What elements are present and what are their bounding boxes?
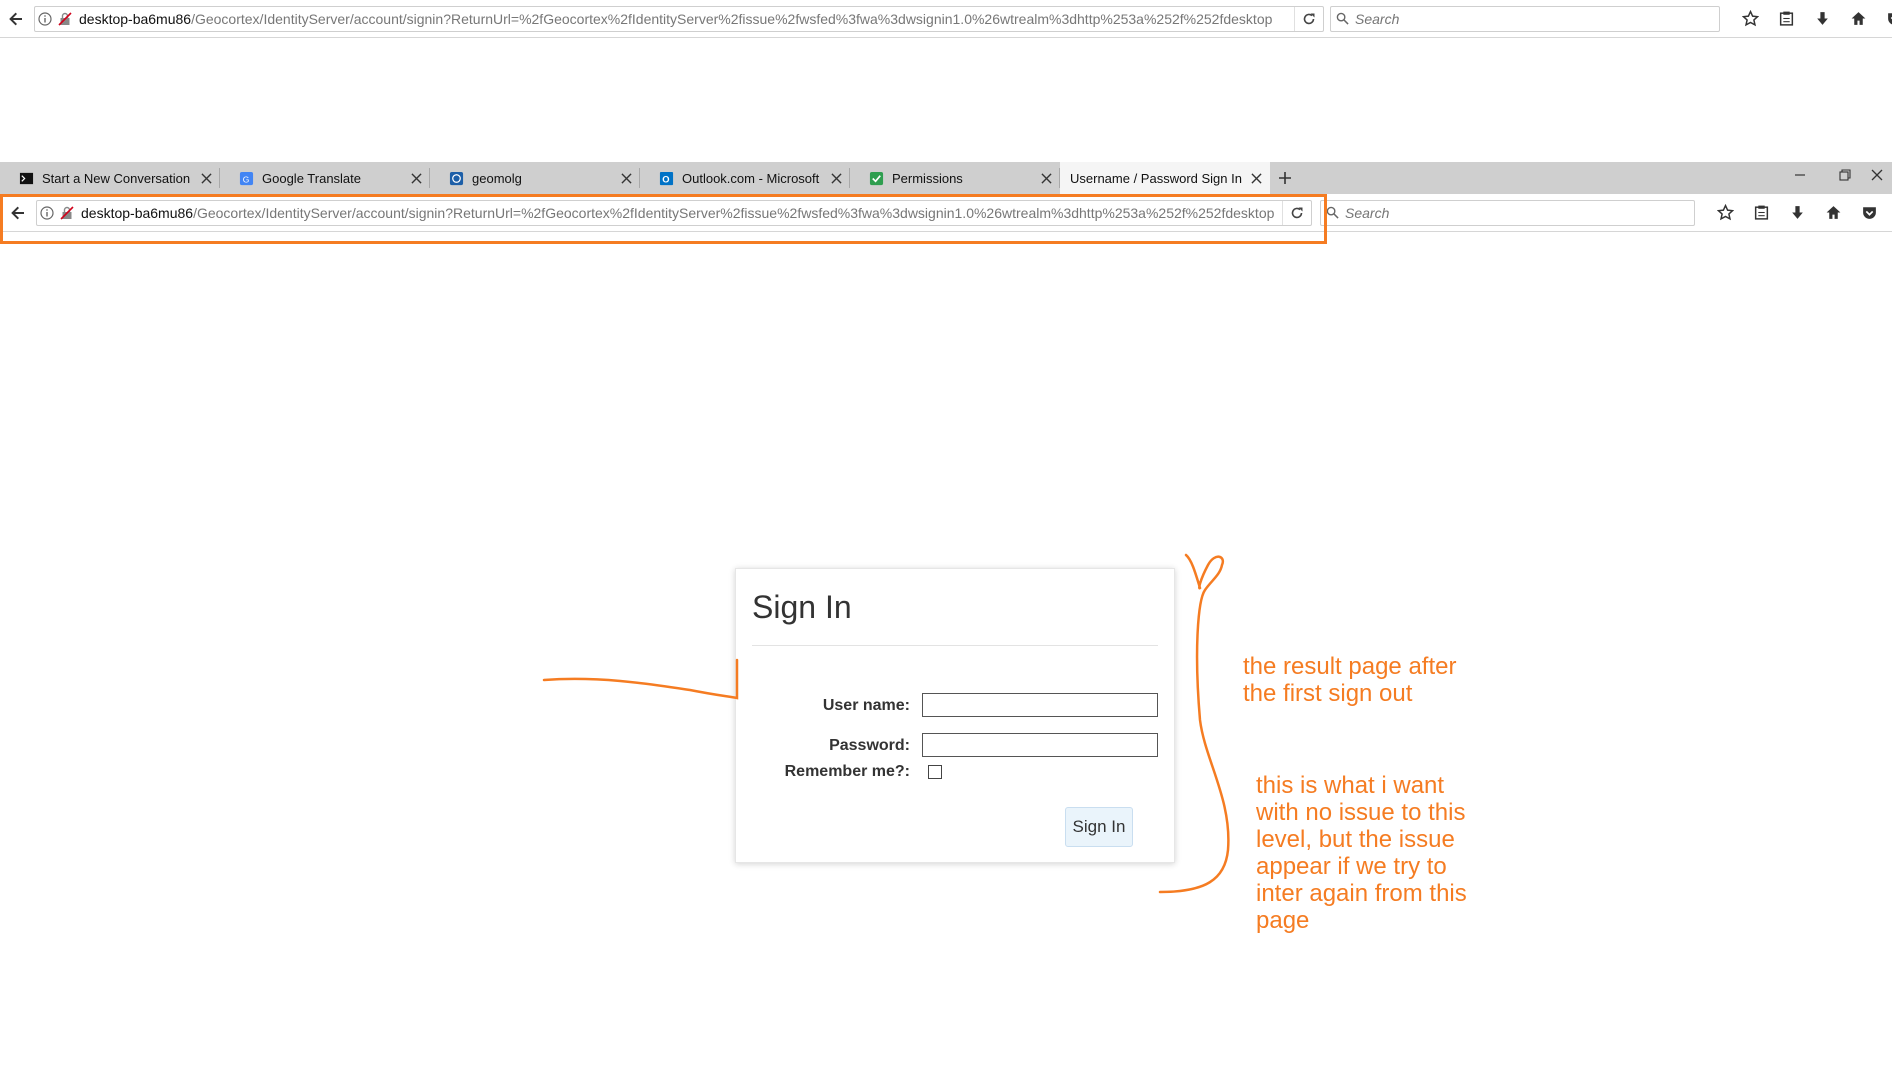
close-icon[interactable]: [618, 170, 634, 186]
site-icon: [448, 170, 464, 186]
back-arrow-icon: [11, 206, 24, 219]
username-label: User name:: [822, 697, 910, 714]
new-tab-button[interactable]: [1270, 162, 1300, 194]
password-input[interactable]: [922, 733, 1158, 757]
top-url-path: /Geocortex/IdentityServer/account/signin…: [191, 10, 1273, 27]
url-path: /Geocortex/IdentityServer/account/signin…: [193, 204, 1275, 221]
download-icon[interactable]: [1779, 199, 1815, 227]
top-url-text[interactable]: desktop-ba6mu86/Geocortex/IdentityServer…: [75, 11, 1294, 27]
divider: [752, 645, 1158, 646]
plus-icon: [1279, 172, 1291, 184]
top-address-bar[interactable]: desktop-ba6mu86/Geocortex/IdentityServer…: [34, 5, 1324, 32]
svg-text:G: G: [242, 174, 249, 184]
insecure-lock-icon[interactable]: [55, 9, 75, 29]
home-icon[interactable]: [1815, 199, 1851, 227]
terminal-icon: [18, 170, 34, 186]
top-reload-button[interactable]: [1294, 6, 1323, 31]
top-search-input[interactable]: [1353, 9, 1719, 28]
tab-geomolg[interactable]: geomolg: [430, 162, 640, 194]
annotation-line: appear if we try to: [1256, 853, 1447, 880]
top-search-bar[interactable]: [1330, 5, 1720, 32]
tab-username-password-sign-in[interactable]: Username / Password Sign In: [1060, 162, 1270, 194]
reading-list-icon[interactable]: [1768, 5, 1804, 33]
close-icon[interactable]: [1248, 170, 1264, 186]
top-toolbar-icons: [1732, 5, 1892, 33]
close-icon[interactable]: [1038, 170, 1054, 186]
tab-label: Username / Password Sign In: [1070, 170, 1242, 186]
pointer-stroke: [542, 658, 739, 700]
restore-icon: [1839, 169, 1851, 181]
tab-outlook[interactable]: O Outlook.com - Microsoft fre: [640, 162, 850, 194]
toolbar-icons: [1707, 199, 1892, 227]
annotation-line: inter again from this: [1256, 880, 1467, 907]
password-label: Password:: [829, 737, 910, 754]
insecure-lock-icon[interactable]: [57, 203, 77, 223]
url-host: desktop-ba6mu86: [81, 204, 194, 221]
remember-me-checkbox[interactable]: [928, 765, 942, 779]
annotation-line: with no issue to this: [1256, 799, 1466, 826]
search-icon: [1331, 12, 1353, 25]
bookmark-star-icon[interactable]: [1732, 5, 1768, 33]
signin-title: Sign In: [752, 589, 852, 625]
tab-strip: Start a New Conversation | C G Google Tr…: [0, 162, 1892, 194]
url-text[interactable]: desktop-ba6mu86/Geocortex/IdentityServer…: [77, 205, 1282, 221]
annotation-line: this is what i want: [1256, 772, 1445, 799]
back-arrow-icon: [9, 12, 22, 25]
tab-label: Permissions: [892, 170, 963, 186]
tab-google-translate[interactable]: G Google Translate: [220, 162, 430, 194]
restore-button[interactable]: [1825, 162, 1865, 188]
info-icon[interactable]: [37, 203, 57, 223]
tab-label: Google Translate: [262, 170, 362, 186]
minimize-icon: [1795, 174, 1805, 176]
top-url-host: desktop-ba6mu86: [79, 10, 192, 27]
download-icon[interactable]: [1804, 5, 1840, 33]
close-icon[interactable]: [408, 170, 424, 186]
top-navigation-bar: desktop-ba6mu86/Geocortex/IdentityServer…: [0, 0, 1892, 38]
tab-label: Start a New Conversation | C: [42, 170, 192, 186]
close-icon[interactable]: [198, 170, 214, 186]
annotation-note-result-page: the result page after the first sign out: [1243, 653, 1456, 707]
tab-permissions[interactable]: Permissions: [850, 162, 1060, 194]
translate-icon: G: [238, 170, 254, 186]
menu-icon[interactable]: [1887, 199, 1892, 227]
annotation-line: the first sign out: [1243, 680, 1413, 707]
remember-me-label: Remember me?:: [784, 763, 910, 780]
back-button[interactable]: [2, 5, 30, 33]
permissions-icon: [868, 170, 884, 186]
signin-button[interactable]: Sign In: [1065, 807, 1133, 847]
address-bar[interactable]: desktop-ba6mu86/Geocortex/IdentityServer…: [36, 199, 1312, 226]
search-input[interactable]: [1343, 203, 1694, 222]
pocket-icon[interactable]: [1851, 199, 1887, 227]
navigation-bar: desktop-ba6mu86/Geocortex/IdentityServer…: [0, 194, 1892, 232]
search-bar[interactable]: [1320, 199, 1695, 226]
annotation-note-issue: this is what i want with no issue to thi…: [1256, 772, 1467, 934]
reload-icon: [1303, 13, 1315, 24]
signin-panel: Sign In User name: Password: Remember me…: [735, 568, 1175, 863]
annotation-line: the result page after: [1243, 653, 1457, 680]
close-window-icon: [1871, 169, 1883, 181]
info-icon[interactable]: [35, 9, 55, 29]
svg-text:O: O: [662, 174, 669, 184]
close-window-button[interactable]: [1862, 162, 1892, 188]
bookmark-star-icon[interactable]: [1707, 199, 1743, 227]
username-input[interactable]: [922, 693, 1158, 717]
home-icon[interactable]: [1840, 5, 1876, 33]
tab-label: Outlook.com - Microsoft fre: [682, 170, 822, 186]
reading-list-icon[interactable]: [1743, 199, 1779, 227]
search-icon: [1321, 206, 1343, 219]
tab-start-conversation[interactable]: Start a New Conversation | C: [0, 162, 220, 194]
minimize-button[interactable]: [1780, 162, 1820, 188]
reload-icon: [1291, 207, 1303, 218]
annotation-line: level, but the issue: [1256, 826, 1455, 853]
pocket-icon[interactable]: [1876, 5, 1892, 33]
outlook-icon: O: [658, 170, 674, 186]
close-icon[interactable]: [828, 170, 844, 186]
back-button[interactable]: [4, 199, 32, 227]
annotation-line: page: [1256, 907, 1310, 934]
reload-button[interactable]: [1282, 200, 1311, 225]
tab-label: geomolg: [472, 170, 522, 186]
